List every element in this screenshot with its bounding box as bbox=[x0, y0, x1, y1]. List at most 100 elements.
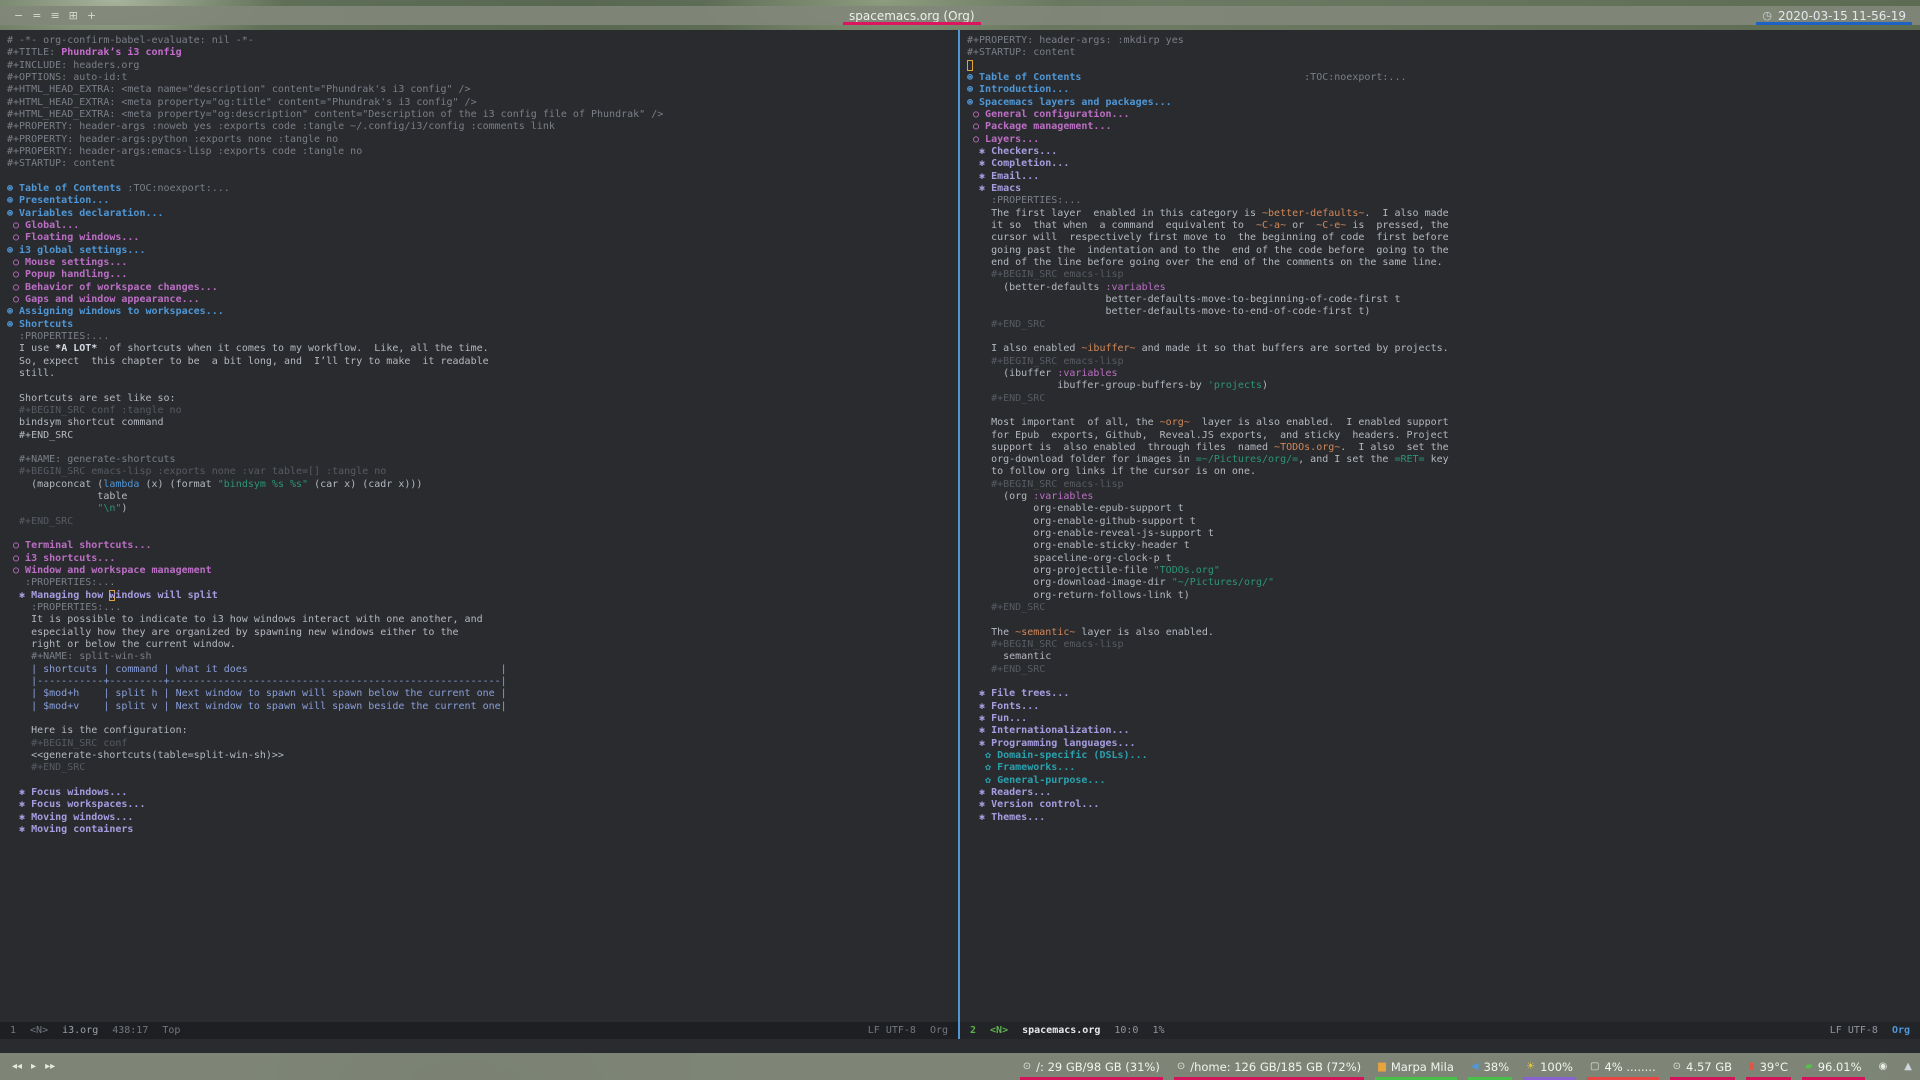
buffer-line[interactable]: #+OPTIONS: auto-id:t bbox=[7, 72, 958, 84]
buffer-line[interactable]: ✱ Fun... bbox=[967, 713, 1920, 725]
buffer-line[interactable]: semantic bbox=[967, 651, 1920, 663]
buffer-line[interactable]: "\n") bbox=[7, 503, 958, 515]
buffer-line[interactable]: cursor will respectively first move to t… bbox=[967, 232, 1920, 244]
wifi-module[interactable]: ▲ bbox=[1904, 1053, 1912, 1080]
buffer-line[interactable]: #+BEGIN_SRC emacs-lisp bbox=[967, 356, 1920, 368]
buffer-line[interactable]: #+NAME: split-win-sh bbox=[7, 651, 958, 663]
major-mode[interactable]: Org bbox=[1892, 1025, 1910, 1036]
buffer-line[interactable]: #+INCLUDE: headers.org bbox=[7, 60, 958, 72]
buffer-line[interactable]: to follow org links if the cursor is on … bbox=[967, 466, 1920, 478]
cpu-module[interactable]: ▢ 4% ........ bbox=[1587, 1053, 1659, 1080]
buffer-line[interactable]: better-defaults-move-to-beginning-of-cod… bbox=[967, 294, 1920, 306]
buffer-line[interactable]: for Epub exports, Github, Reveal.JS expo… bbox=[967, 430, 1920, 442]
buffer-line[interactable]: ✿ General-purpose... bbox=[967, 775, 1920, 787]
buffer-line[interactable]: #+HTML_HEAD_EXTRA: <meta property="og:ti… bbox=[7, 97, 958, 109]
left-buffer[interactable]: # -*- org-confirm-babel-evaluate: nil -*… bbox=[0, 30, 958, 1022]
buffer-line[interactable]: I use *A LOT* of shortcuts when it comes… bbox=[7, 343, 958, 355]
buffer-line[interactable]: ○ Layers... bbox=[967, 134, 1920, 146]
buffer-line[interactable]: #+TITLE: Phundrak’s i3 config bbox=[7, 47, 958, 59]
battery-module[interactable]: ▰ 96.01% bbox=[1802, 1053, 1865, 1080]
buffer-line[interactable]: ✿ Domain-specific (DSLs)... bbox=[967, 750, 1920, 762]
buffer-line[interactable]: ⊛ Spacemacs layers and packages... bbox=[967, 97, 1920, 109]
buffer-line[interactable]: ○ Gaps and window appearance... bbox=[7, 294, 958, 306]
major-mode[interactable]: Org bbox=[930, 1025, 948, 1036]
buffer-line[interactable]: ○ Global... bbox=[7, 220, 958, 232]
buffer-line[interactable] bbox=[967, 331, 1920, 343]
buffer-line[interactable]: right or below the current window. bbox=[7, 639, 958, 651]
now-playing-module[interactable]: ▆ Marpa Mila bbox=[1375, 1053, 1457, 1080]
buffer-line[interactable]: better-defaults-move-to-end-of-code-firs… bbox=[967, 306, 1920, 318]
buffer-line[interactable] bbox=[7, 528, 958, 540]
layout-dash-icon[interactable]: − bbox=[14, 9, 23, 22]
play-icon[interactable]: ▸ bbox=[31, 1061, 36, 1072]
buffer-line[interactable]: Here is the configuration: bbox=[7, 725, 958, 737]
buffer-line[interactable]: #+HTML_HEAD_EXTRA: <meta property="og:de… bbox=[7, 109, 958, 121]
buffer-line[interactable]: end of the line before going over the en… bbox=[967, 257, 1920, 269]
buffer-line[interactable]: #+END_SRC bbox=[7, 516, 958, 528]
buffer-line[interactable]: org-projectile-file "TODOs.org" bbox=[967, 565, 1920, 577]
left-window[interactable]: # -*- org-confirm-babel-evaluate: nil -*… bbox=[0, 30, 960, 1039]
buffer-line[interactable] bbox=[7, 380, 958, 392]
buffer-line[interactable]: ✱ File trees... bbox=[967, 688, 1920, 700]
buffer-line[interactable] bbox=[967, 60, 1920, 72]
buffer-line[interactable]: org-enable-reveal-js-support t bbox=[967, 528, 1920, 540]
discord-module[interactable]: ◉ bbox=[1879, 1053, 1888, 1080]
buffer-line[interactable]: ○ Window and workspace management bbox=[7, 565, 958, 577]
buffer-line[interactable]: #+END_SRC bbox=[967, 393, 1920, 405]
next-track-icon[interactable]: ▸▸ bbox=[45, 1061, 55, 1072]
buffer-line[interactable]: ✱ Moving windows... bbox=[7, 812, 958, 824]
temperature-module[interactable]: ▮ 39°C bbox=[1746, 1053, 1791, 1080]
previous-track-icon[interactable]: ◂◂ bbox=[12, 1061, 22, 1072]
buffer-line[interactable]: | shortcuts | command | what it does | bbox=[7, 664, 958, 676]
buffer-line[interactable]: ○ Mouse settings... bbox=[7, 257, 958, 269]
buffer-line[interactable]: org-download folder for images in =~/Pic… bbox=[967, 454, 1920, 466]
buffer-line[interactable]: org-download-image-dir "~/Pictures/org/" bbox=[967, 577, 1920, 589]
buffer-line[interactable]: ○ Behavior of workspace changes... bbox=[7, 282, 958, 294]
buffer-line[interactable] bbox=[967, 614, 1920, 626]
buffer-line[interactable]: #+PROPERTY: header-args: :mkdirp yes bbox=[967, 35, 1920, 47]
buffer-line[interactable]: support is also enabled through files na… bbox=[967, 442, 1920, 454]
buffer-line[interactable]: ✱ Themes... bbox=[967, 812, 1920, 824]
buffer-line[interactable]: #+PROPERTY: header-args:emacs-lisp :expo… bbox=[7, 146, 958, 158]
layout-stacked-icon[interactable]: = bbox=[32, 9, 41, 22]
eol-encoding[interactable]: LF UTF-8 bbox=[1830, 1025, 1878, 1036]
buffer-line[interactable]: #+BEGIN_SRC conf :tangle no bbox=[7, 405, 958, 417]
buffer-line[interactable]: ✿ Frameworks... bbox=[967, 762, 1920, 774]
buffer-line[interactable]: #+END_SRC bbox=[7, 430, 958, 442]
buffer-line[interactable]: ○ Terminal shortcuts... bbox=[7, 540, 958, 552]
left-modeline[interactable]: 1 <N> i3.org 438:17 Top LF UTF-8 Org bbox=[0, 1022, 958, 1039]
buffer-line[interactable]: bindsym shortcut command bbox=[7, 417, 958, 429]
brightness-module[interactable]: ☀ 100% bbox=[1523, 1053, 1576, 1080]
buffer-line[interactable]: ⊛ Table of Contents :TOC:noexport:... bbox=[7, 183, 958, 195]
buffer-line[interactable]: ○ Package management... bbox=[967, 121, 1920, 133]
buffer-line[interactable]: (better-defaults :variables bbox=[967, 282, 1920, 294]
buffer-line[interactable]: |-----------+---------+-----------------… bbox=[7, 676, 958, 688]
buffer-line[interactable]: Most important of all, the ~org~ layer i… bbox=[967, 417, 1920, 429]
buffer-line[interactable]: :PROPERTIES:... bbox=[7, 331, 958, 343]
buffer-line[interactable]: ⊛ Table of Contents :TOC:noexport:... bbox=[967, 72, 1920, 84]
buffer-line[interactable]: ⊛ i3 global settings... bbox=[7, 245, 958, 257]
right-modeline[interactable]: 2 <N> spacemacs.org 10:0 1% LF UTF-8 Org bbox=[960, 1022, 1920, 1039]
buffer-line[interactable]: ✱ Moving containers bbox=[7, 824, 958, 836]
buffer-line[interactable]: #+BEGIN_SRC conf bbox=[7, 738, 958, 750]
buffer-line[interactable]: :PROPERTIES:... bbox=[7, 577, 958, 589]
buffer-line[interactable]: #+PROPERTY: header-args :noweb yes :expo… bbox=[7, 121, 958, 133]
buffer-line[interactable]: still. bbox=[7, 368, 958, 380]
buffer-line[interactable]: table bbox=[7, 491, 958, 503]
buffer-line[interactable]: ✱ Focus windows... bbox=[7, 787, 958, 799]
memory-module[interactable]: ⊙ 4.57 GB bbox=[1669, 1053, 1736, 1080]
buffer-line[interactable]: #+PROPERTY: header-args:python :exports … bbox=[7, 134, 958, 146]
new-workspace-icon[interactable]: + bbox=[87, 9, 96, 22]
buffer-line[interactable]: #+BEGIN_SRC emacs-lisp bbox=[967, 639, 1920, 651]
buffer-line[interactable]: spaceline-org-clock-p t bbox=[967, 553, 1920, 565]
buffer-line[interactable]: #+NAME: generate-shortcuts bbox=[7, 454, 958, 466]
disk-root-module[interactable]: ⊙ /: 29 GB/98 GB (31%) bbox=[1019, 1053, 1163, 1080]
buffer-line[interactable]: #+STARTUP: content bbox=[7, 158, 958, 170]
buffer-line[interactable]: ibuffer-group-buffers-by 'projects) bbox=[967, 380, 1920, 392]
buffer-line[interactable]: ⊛ Shortcuts bbox=[7, 319, 958, 331]
layout-grid-icon[interactable]: ⊞ bbox=[69, 9, 78, 22]
buffer-line[interactable]: | $mod+h | split h | Next window to spaw… bbox=[7, 688, 958, 700]
buffer-line[interactable]: ⊛ Presentation... bbox=[7, 195, 958, 207]
buffer-line[interactable]: going past the indentation and to the en… bbox=[967, 245, 1920, 257]
buffer-line[interactable]: especially how they are organized by spa… bbox=[7, 627, 958, 639]
